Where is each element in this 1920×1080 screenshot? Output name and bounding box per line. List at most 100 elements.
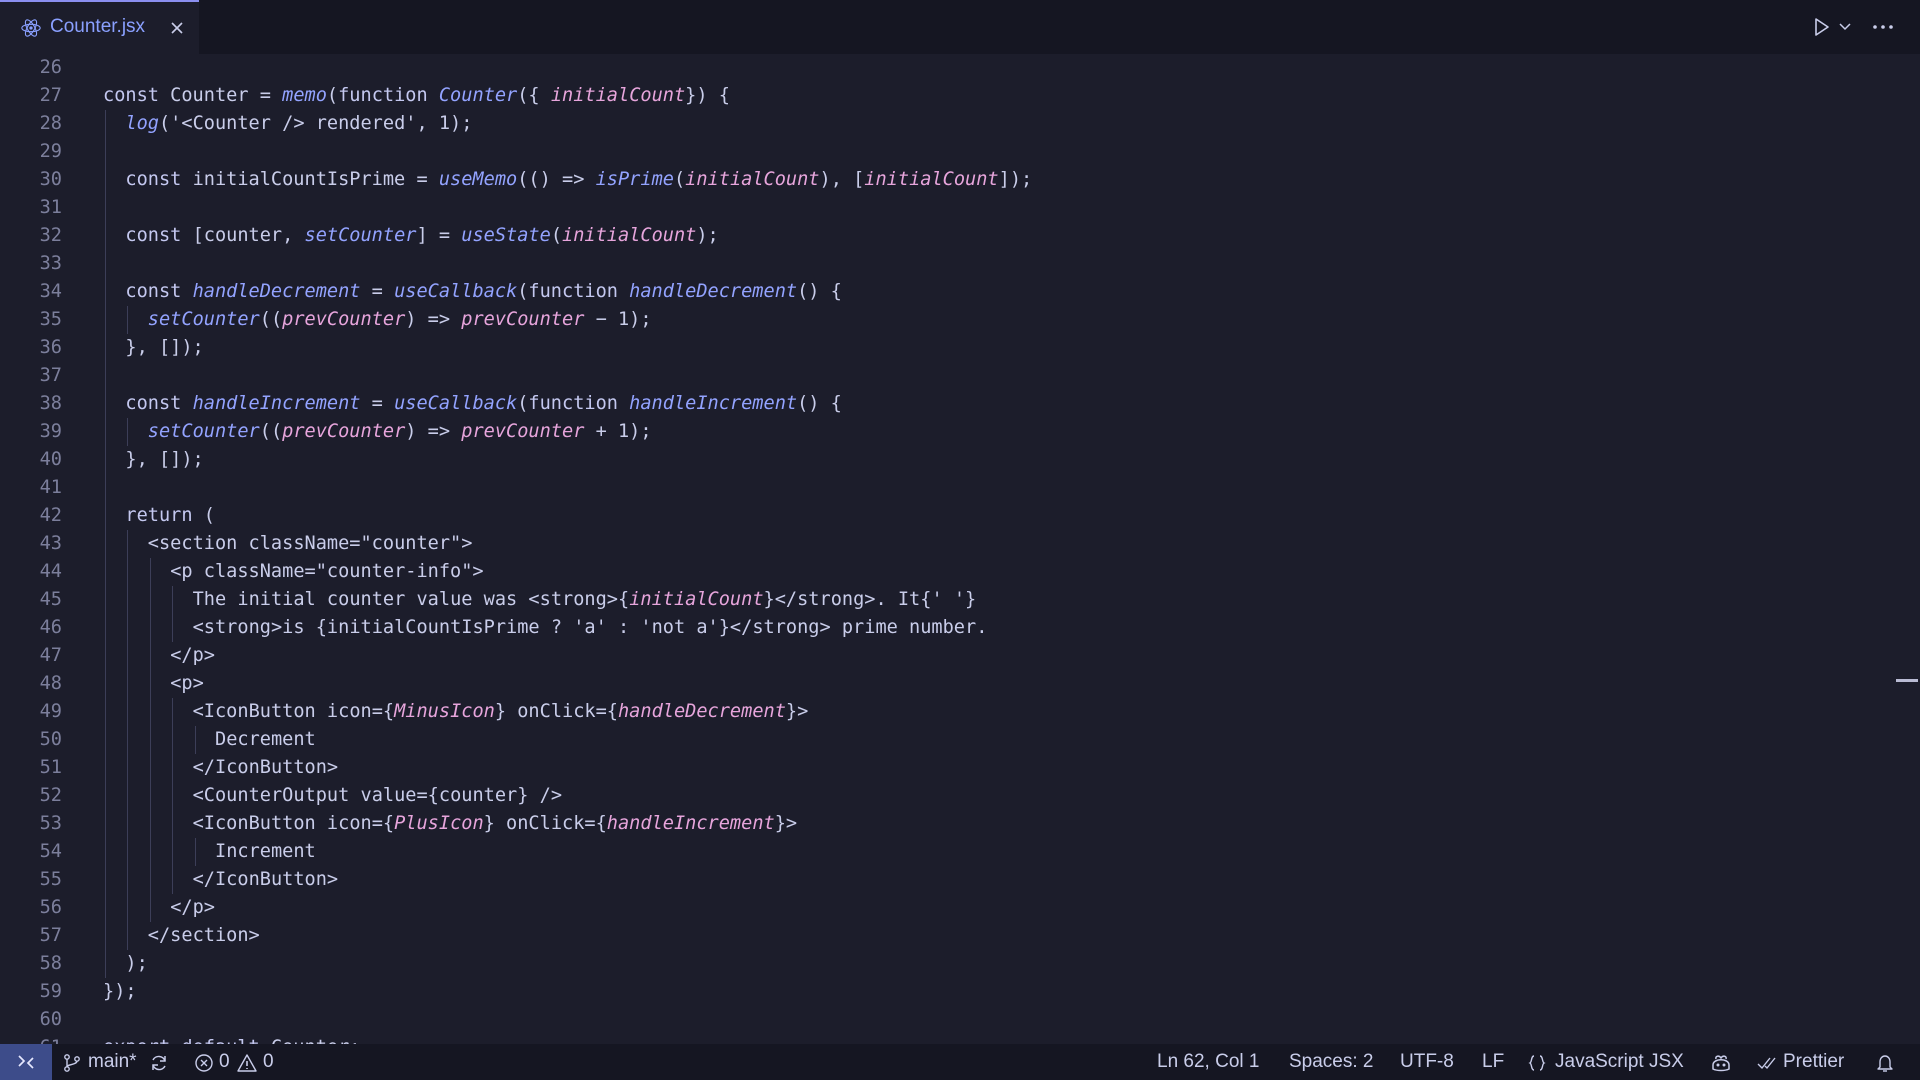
formatter[interactable]: Prettier bbox=[1783, 1051, 1844, 1073]
tab-counter-jsx[interactable]: Counter.jsx bbox=[0, 0, 199, 54]
indent-guide bbox=[172, 586, 174, 614]
line-number: 43 bbox=[39, 533, 62, 554]
remote-button[interactable] bbox=[0, 1044, 52, 1080]
close-icon[interactable] bbox=[168, 19, 186, 37]
indent-guide bbox=[105, 782, 106, 810]
indent-guide bbox=[127, 810, 129, 838]
remote-icon bbox=[18, 1055, 34, 1069]
scrollbar-position-marker[interactable] bbox=[1896, 679, 1918, 682]
code-line[interactable]: 35 setCounter((prevCounter) => prevCounte… bbox=[0, 306, 1900, 334]
indent-guide bbox=[127, 866, 129, 894]
indentation[interactable]: Spaces: 2 bbox=[1289, 1051, 1374, 1073]
line-number: 28 bbox=[39, 113, 62, 134]
line-ending[interactable]: LF bbox=[1482, 1051, 1504, 1073]
indent-guide bbox=[127, 838, 129, 866]
indent-guide bbox=[105, 726, 106, 754]
code-line[interactable]: 42 return ( bbox=[0, 502, 1900, 530]
sync-icon[interactable] bbox=[149, 1053, 169, 1073]
indent-guide bbox=[105, 166, 106, 194]
line-number: 37 bbox=[39, 365, 62, 386]
line-number: 33 bbox=[39, 253, 62, 274]
indent-guide bbox=[105, 306, 106, 334]
language-mode[interactable]: JavaScript JSX bbox=[1555, 1051, 1684, 1073]
code-text: <CounterOutput value={counter} /> bbox=[192, 785, 563, 806]
code-line[interactable]: 56 </p> bbox=[0, 894, 1900, 922]
indent-guide bbox=[172, 838, 174, 866]
code-line[interactable]: 31 bbox=[0, 194, 1900, 222]
bell-icon[interactable] bbox=[1875, 1053, 1895, 1073]
code-line[interactable]: 50 Decrement bbox=[0, 726, 1900, 754]
branch-name[interactable]: main* bbox=[88, 1051, 137, 1073]
indent-guide bbox=[105, 362, 106, 390]
code-line[interactable]: 58); bbox=[0, 950, 1900, 978]
indent-guide bbox=[127, 614, 129, 642]
code-line[interactable]: 51 </IconButton> bbox=[0, 754, 1900, 782]
ellipsis-icon[interactable] bbox=[1870, 17, 1896, 37]
code-line[interactable]: 40}, []); bbox=[0, 446, 1900, 474]
chevron-down-icon[interactable] bbox=[1838, 20, 1852, 34]
indent-guide bbox=[105, 250, 106, 278]
code-line[interactable]: 44 <p className="counter-info"> bbox=[0, 558, 1900, 586]
code-line[interactable]: 52 <CounterOutput value={counter} /> bbox=[0, 782, 1900, 810]
indent-guide bbox=[105, 670, 106, 698]
copilot-icon[interactable] bbox=[1710, 1053, 1732, 1073]
code-line[interactable]: 37 bbox=[0, 362, 1900, 390]
code-text: </section> bbox=[147, 925, 260, 946]
code-line[interactable]: 53 <IconButton icon={PlusIcon} onClick={h… bbox=[0, 810, 1900, 838]
error-count[interactable]: 0 bbox=[219, 1051, 230, 1073]
code-line[interactable]: 59}); bbox=[0, 978, 1900, 1006]
indent-guide bbox=[105, 110, 106, 138]
code-line[interactable]: 41 bbox=[0, 474, 1900, 502]
code-text: </p> bbox=[170, 897, 215, 918]
indent-guide bbox=[194, 726, 196, 754]
warning-icon[interactable] bbox=[237, 1053, 257, 1073]
error-icon[interactable] bbox=[194, 1053, 214, 1073]
line-number: 47 bbox=[39, 645, 62, 666]
line-number: 38 bbox=[39, 393, 62, 414]
indent-guide bbox=[105, 698, 106, 726]
code-line[interactable]: 55 </IconButton> bbox=[0, 866, 1900, 894]
code-editor[interactable]: 26 27 const Counter = memo(function Counte… bbox=[0, 54, 1920, 1044]
indent-guide bbox=[149, 670, 151, 698]
code-line[interactable]: 26 bbox=[0, 54, 1900, 82]
code-text: The initial counter value was <strong>{i… bbox=[192, 589, 977, 610]
code-line[interactable]: 38 const handleIncrement = useCallback(fu… bbox=[0, 390, 1900, 418]
warning-count[interactable]: 0 bbox=[263, 1051, 274, 1073]
code-line[interactable]: 60 bbox=[0, 1006, 1900, 1034]
cursor-position[interactable]: Ln 62, Col 1 bbox=[1157, 1051, 1259, 1073]
code-line[interactable]: 57 </section> bbox=[0, 922, 1900, 950]
code-line[interactable]: 36}, []); bbox=[0, 334, 1900, 362]
code-line[interactable]: 30 const initialCountIsPrime = useMemo(()… bbox=[0, 166, 1900, 194]
code-line[interactable]: 54 Increment bbox=[0, 838, 1900, 866]
indent-guide bbox=[172, 698, 174, 726]
indent-guide bbox=[127, 782, 129, 810]
code-line[interactable]: 34 const handleDecrement = useCallback(fu… bbox=[0, 278, 1900, 306]
code-text: Decrement bbox=[215, 729, 316, 750]
indent-guide bbox=[149, 726, 151, 754]
react-icon bbox=[21, 19, 41, 37]
indent-guide bbox=[105, 586, 106, 614]
code-text: export default Counter; bbox=[103, 1034, 360, 1044]
code-line[interactable]: 33 bbox=[0, 250, 1900, 278]
code-line[interactable]: 43 <section className="counter"> bbox=[0, 530, 1900, 558]
code-line[interactable]: 39 setCounter((prevCounter) => prevCounte… bbox=[0, 418, 1900, 446]
line-number: 41 bbox=[39, 477, 62, 498]
code-line[interactable]: 28 log('<Counter /> rendered', 1); bbox=[0, 110, 1900, 138]
indent-guide bbox=[149, 782, 151, 810]
code-line[interactable]: 49 <IconButton icon={MinusIcon} onClick={… bbox=[0, 698, 1900, 726]
code-line[interactable]: 47 </p> bbox=[0, 642, 1900, 670]
line-number: 42 bbox=[39, 505, 62, 526]
code-line[interactable]: 27 const Counter = memo(function Counter(… bbox=[0, 82, 1900, 110]
code-text: }, []); bbox=[125, 449, 204, 470]
line-number: 51 bbox=[39, 757, 62, 778]
indent-guide bbox=[127, 698, 129, 726]
encoding[interactable]: UTF-8 bbox=[1400, 1051, 1454, 1073]
code-line[interactable]: 61 export default Counter; bbox=[0, 1034, 1900, 1044]
indent-guide bbox=[105, 278, 106, 306]
code-line[interactable]: 46 <strong>is {initialCountIsPrime ? 'a' … bbox=[0, 614, 1900, 642]
code-line[interactable]: 29 bbox=[0, 138, 1900, 166]
code-line[interactable]: 32 const [counter, setCounter] = useState… bbox=[0, 222, 1900, 250]
play-icon[interactable] bbox=[1810, 16, 1832, 38]
code-line[interactable]: 45 The initial counter value was <strong>… bbox=[0, 586, 1900, 614]
code-line[interactable]: 48 <p> bbox=[0, 670, 1900, 698]
